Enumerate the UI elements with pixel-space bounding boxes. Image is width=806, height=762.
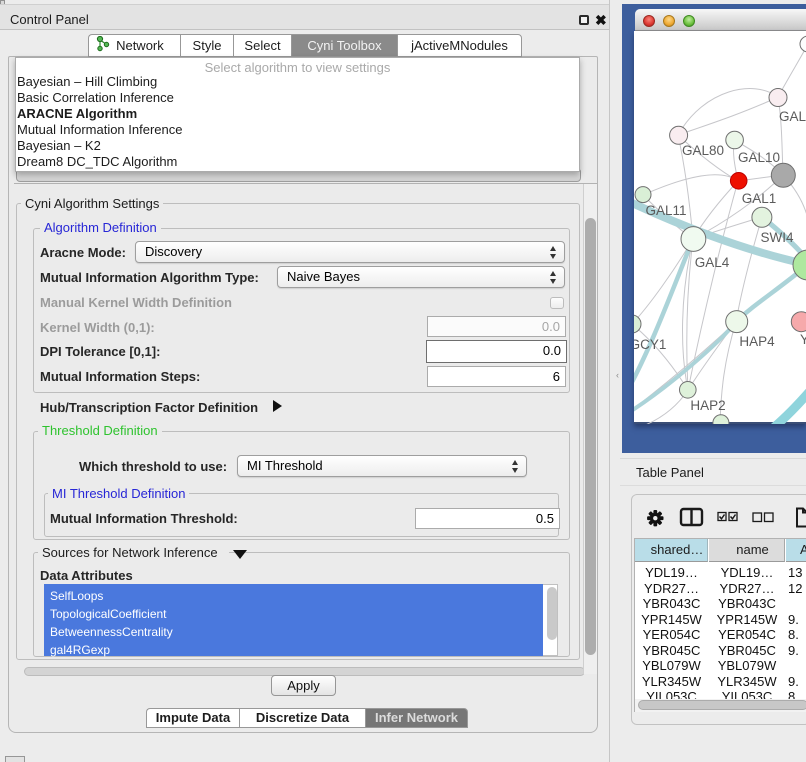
svg-text:GCY1: GCY1: [634, 337, 666, 352]
svg-text:GAL10: GAL10: [738, 150, 780, 165]
svg-text:GAL11: GAL11: [645, 203, 686, 218]
svg-text:Y: Y: [800, 332, 806, 347]
svg-text:HAP2: HAP2: [690, 398, 725, 413]
svg-text:GAL7: GAL7: [779, 109, 806, 124]
svg-text:GAL1: GAL1: [742, 191, 777, 206]
svg-text:GAL4: GAL4: [695, 255, 730, 270]
svg-text:HAP4: HAP4: [739, 334, 775, 349]
svg-text:GAL80: GAL80: [682, 143, 724, 158]
svg-text:SWI4: SWI4: [760, 230, 793, 245]
